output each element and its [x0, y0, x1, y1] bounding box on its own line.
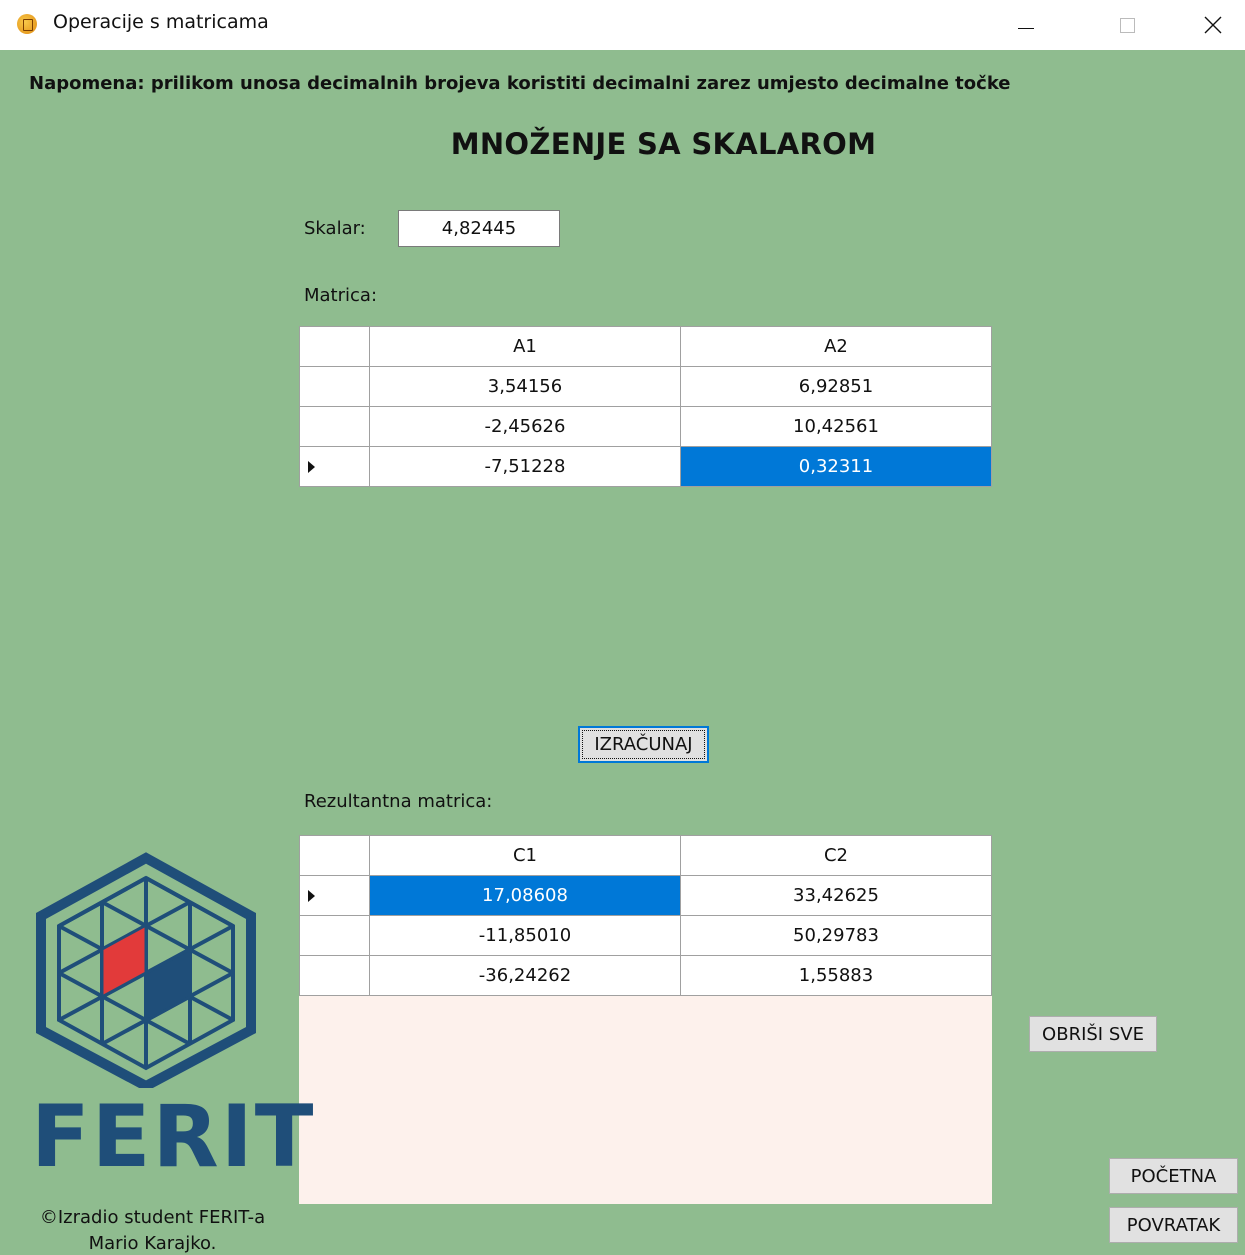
row-header[interactable] — [299, 366, 370, 407]
matrix-cell[interactable]: -7,51228 — [369, 446, 681, 487]
scalar-input[interactable] — [398, 210, 560, 247]
row-header[interactable] — [299, 406, 370, 447]
close-icon — [1204, 16, 1222, 34]
table-row[interactable]: -2,45626 10,42561 — [299, 406, 992, 447]
result-cell[interactable]: 33,42625 — [680, 875, 992, 916]
app-icon — [17, 14, 37, 34]
maximize-icon — [1119, 17, 1135, 33]
matrix-cell[interactable]: -2,45626 — [369, 406, 681, 447]
result-cell[interactable]: 50,29783 — [680, 915, 992, 956]
result-cell[interactable]: -36,24262 — [369, 955, 681, 996]
result-cell[interactable]: -11,85010 — [369, 915, 681, 956]
result-matrix-grid[interactable]: C1 C2 17,08608 33,42625 -11,85010 50,297… — [299, 835, 992, 996]
maximize-button[interactable] — [1104, 0, 1150, 50]
scalar-label: Skalar: — [304, 218, 366, 239]
clear-all-button[interactable]: OBRIŠI SVE — [1029, 1016, 1157, 1052]
result-grid-background — [299, 996, 992, 1204]
minimize-button[interactable] — [1003, 0, 1049, 50]
calculate-button[interactable]: IZRAČUNAJ — [578, 726, 709, 763]
result-cell-selected[interactable]: 17,08608 — [369, 875, 681, 916]
table-row[interactable]: 17,08608 33,42625 — [299, 875, 992, 916]
ferit-logo-icon — [36, 852, 256, 1088]
row-header[interactable] — [299, 446, 370, 487]
row-header[interactable] — [299, 915, 370, 956]
current-row-arrow-icon — [308, 461, 315, 473]
home-button[interactable]: POČETNA — [1109, 1158, 1238, 1194]
matrix-cell[interactable]: 6,92851 — [680, 366, 992, 407]
credit-line-2: Mario Karajko. — [88, 1233, 217, 1254]
grid-corner-cell — [299, 835, 370, 876]
table-row[interactable]: -7,51228 0,32311 — [299, 446, 992, 487]
close-button[interactable] — [1190, 0, 1236, 50]
matrix-cell-selected[interactable]: 0,32311 — [680, 446, 992, 487]
window-title: Operacije s matricama — [53, 11, 269, 33]
row-header[interactable] — [299, 875, 370, 916]
decimal-note: Napomena: prilikom unosa decimalnih broj… — [29, 73, 1011, 94]
input-matrix-grid[interactable]: A1 A2 3,54156 6,92851 -2,45626 10,42561 … — [299, 326, 992, 487]
app-window: Operacije s matricama Napomena: prilikom… — [0, 0, 1245, 1255]
matrix-cell[interactable]: 3,54156 — [369, 366, 681, 407]
title-bar: Operacije s matricama — [0, 0, 1245, 50]
author-credit: ©Izradio student FERIT-a Mario Karajko. — [0, 1205, 305, 1255]
column-header[interactable]: C1 — [369, 835, 681, 876]
result-cell[interactable]: 1,55883 — [680, 955, 992, 996]
matrix-cell[interactable]: 10,42561 — [680, 406, 992, 447]
credit-line-1: ©Izradio student FERIT-a — [39, 1207, 266, 1228]
row-header[interactable] — [299, 955, 370, 996]
back-button[interactable]: POVRATAK — [1109, 1207, 1238, 1243]
grid-corner-cell — [299, 326, 370, 367]
minimize-icon — [1018, 27, 1034, 29]
grid-header-row: A1 A2 — [299, 326, 992, 367]
column-header[interactable]: A1 — [369, 326, 681, 367]
ferit-logo-text: FERIT — [31, 1087, 316, 1187]
page-title: MNOŽENJE SA SKALAROM — [450, 127, 877, 161]
table-row[interactable]: -11,85010 50,29783 — [299, 915, 992, 956]
result-matrix-label: Rezultantna matrica: — [304, 791, 493, 812]
column-header[interactable]: C2 — [680, 835, 992, 876]
current-row-arrow-icon — [308, 890, 315, 902]
table-row[interactable]: 3,54156 6,92851 — [299, 366, 992, 407]
grid-header-row: C1 C2 — [299, 835, 992, 876]
column-header[interactable]: A2 — [680, 326, 992, 367]
table-row[interactable]: -36,24262 1,55883 — [299, 955, 992, 996]
matrix-label: Matrica: — [304, 285, 378, 306]
